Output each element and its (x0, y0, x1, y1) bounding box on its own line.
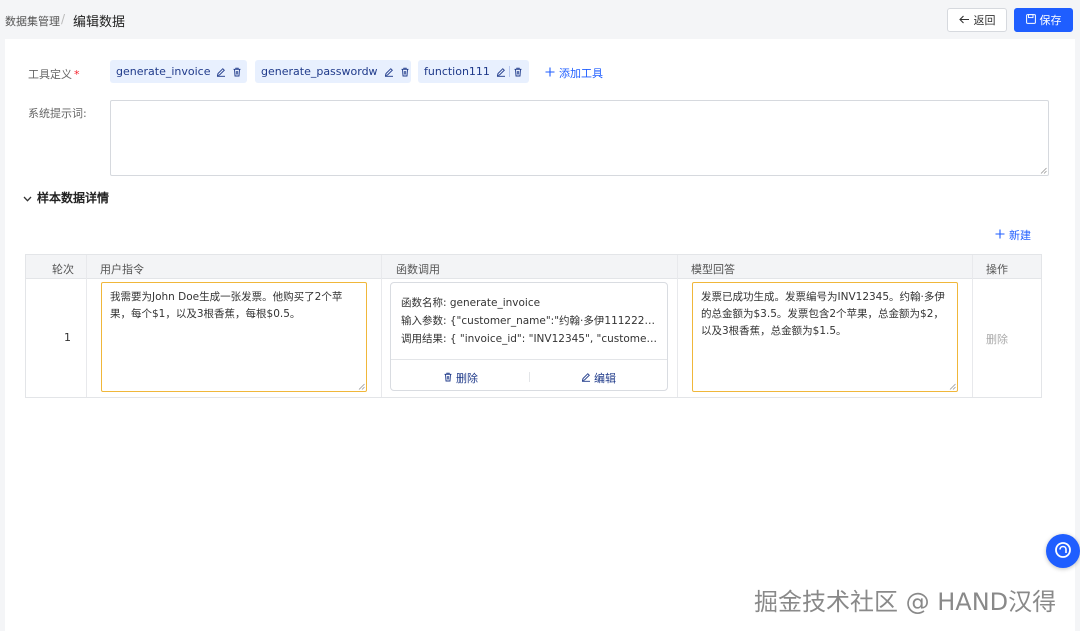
watermark: 掘金技术社区 @ HAND汉得 (754, 588, 1057, 616)
system-prompt-input[interactable] (110, 100, 1049, 176)
tool-chip[interactable]: generate_invoice (110, 60, 247, 83)
table-header: 轮次 用户指令 函数调用 模型回答 操作 (26, 255, 1041, 279)
trash-icon[interactable] (232, 67, 242, 77)
col-header-round: 轮次 (52, 263, 74, 276)
back-button-label: 返回 (973, 14, 996, 27)
assistant-float-button[interactable] (1046, 534, 1080, 568)
sample-section-toggle[interactable]: 样本数据详情 (23, 189, 109, 206)
user-instruction-input[interactable]: 我需要为John Doe生成一张发票。他购买了2个苹果，每个$1，以及3根香蕉，… (101, 282, 367, 392)
samples-table: 轮次 用户指令 函数调用 模型回答 操作 1 我需要为John Doe生成一张发… (25, 254, 1042, 398)
resize-handle-icon[interactable] (1040, 167, 1047, 174)
add-tool-label: 添加工具 (559, 67, 603, 80)
delete-function-label: 删除 (456, 372, 478, 385)
add-tool-button[interactable]: 添加工具 (545, 65, 603, 81)
save-button[interactable]: 保存 (1014, 8, 1073, 32)
delete-row-button[interactable]: 删除 (986, 331, 1008, 347)
tool-chip-name: function111 (424, 65, 490, 78)
save-button-label: 保存 (1039, 14, 1062, 27)
tool-chip[interactable]: generate_passwordw (255, 60, 411, 83)
tool-chip-name: generate_invoice (116, 65, 211, 78)
plus-icon (995, 229, 1005, 242)
col-header-user-instruction: 用户指令 (100, 263, 144, 276)
tool-chip-name: generate_passwordw (261, 65, 378, 78)
model-answer-input[interactable]: 发票已成功生成。发票编号为INV12345。约翰·多伊的总金额为$3.5。发票包… (692, 282, 958, 392)
function-params: 输入参数: {"customer_name":"约翰·多伊111222","i.… (401, 315, 659, 327)
edit-icon[interactable] (496, 67, 506, 77)
top-bar: 数据集管理 / 编辑数据 返回 保存 (0, 0, 1080, 38)
chevron-down-icon (23, 191, 32, 205)
trash-icon[interactable] (513, 67, 523, 77)
function-result: 调用结果: { "invoice_id": "INV12345", "custo… (401, 333, 659, 345)
back-button[interactable]: 返回 (947, 8, 1007, 32)
col-header-operation: 操作 (986, 263, 1008, 276)
add-sample-label: 新建 (1009, 229, 1031, 242)
assistant-icon (1053, 540, 1073, 563)
section-title: 样本数据详情 (37, 191, 110, 205)
trash-icon (443, 372, 453, 385)
tool-chip[interactable]: function111 (418, 60, 529, 83)
breadcrumb-separator: / (61, 12, 66, 26)
delete-function-button[interactable]: 删除 (443, 370, 478, 386)
resize-handle-icon[interactable] (949, 383, 956, 390)
save-icon (1025, 13, 1036, 27)
resize-handle-icon[interactable] (358, 383, 365, 390)
edit-icon[interactable] (216, 67, 226, 77)
required-mark: * (74, 68, 80, 81)
main-panel: 工具定义 * generate_invoice generate_password… (5, 39, 1075, 631)
edit-icon (581, 372, 591, 385)
col-header-model-answer: 模型回答 (691, 263, 735, 276)
round-number: 1 (64, 331, 71, 344)
breadcrumb-root[interactable]: 数据集管理 (5, 13, 60, 29)
add-sample-button[interactable]: 新建 (995, 227, 1031, 243)
arrow-left-icon (958, 14, 970, 27)
system-prompt-label: 系统提示词: (28, 107, 87, 120)
function-name: 函数名称: generate_invoice (401, 297, 541, 309)
edit-function-button[interactable]: 编辑 (581, 370, 616, 386)
trash-icon[interactable] (400, 67, 410, 77)
edit-function-label: 编辑 (594, 372, 616, 385)
breadcrumb-current: 编辑数据 (73, 15, 126, 30)
function-card-actions: 删除 编辑 (391, 359, 667, 391)
function-call-card: 函数名称: generate_invoice 输入参数: {"customer_… (390, 282, 668, 391)
tools-label: 工具定义 * (28, 68, 80, 81)
plus-icon (545, 67, 555, 80)
edit-icon[interactable] (384, 67, 394, 77)
col-header-function-call: 函数调用 (396, 263, 440, 276)
